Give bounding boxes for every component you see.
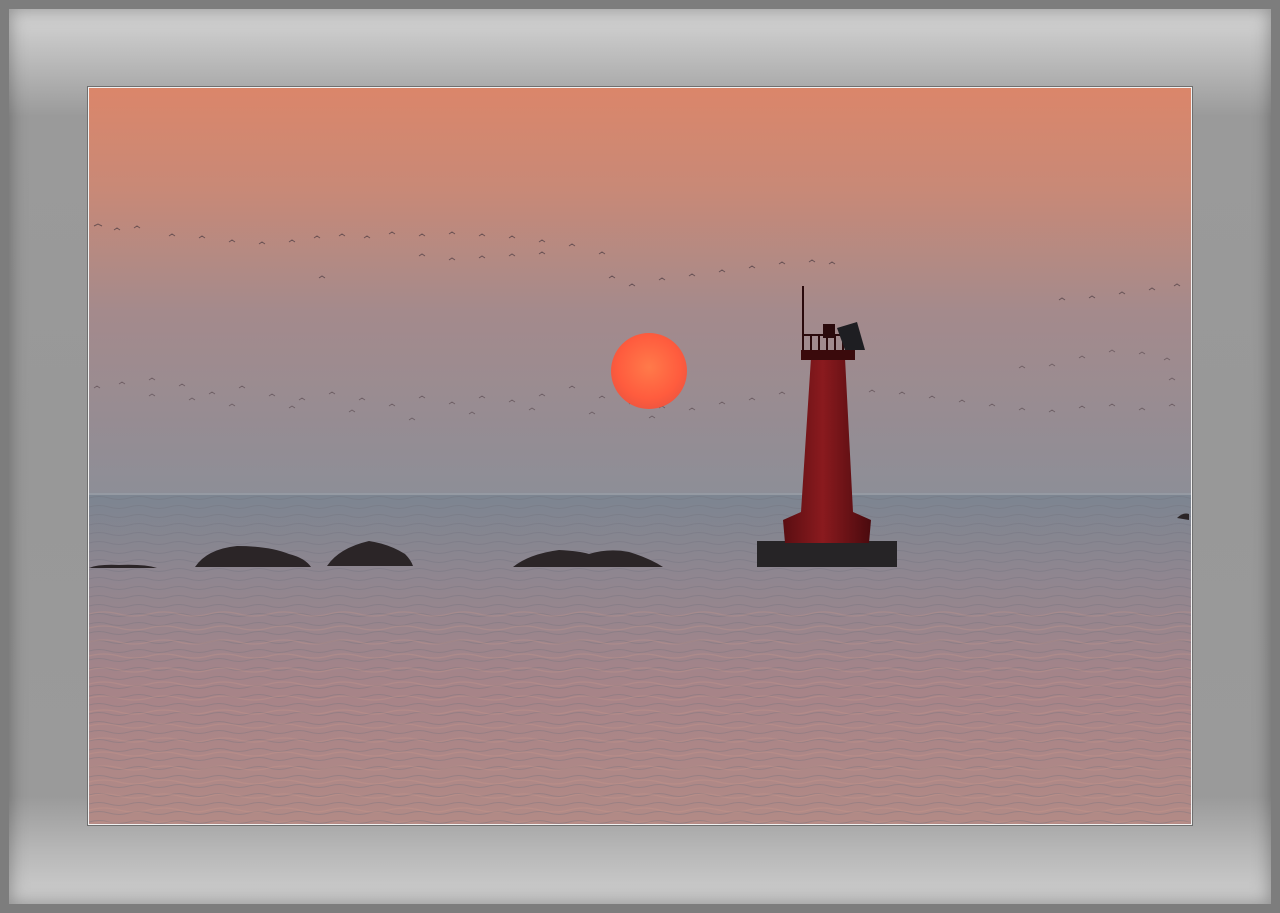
setting-sun: [611, 333, 687, 409]
sunset-scene: [89, 88, 1191, 824]
sunset-photo: [88, 87, 1192, 825]
sky: [89, 88, 1191, 495]
lighthouse-lantern: [823, 324, 835, 338]
lighthouse-gallery: [801, 350, 855, 360]
lighthouse-base: [757, 541, 897, 567]
sea-reflection: [89, 608, 1191, 824]
